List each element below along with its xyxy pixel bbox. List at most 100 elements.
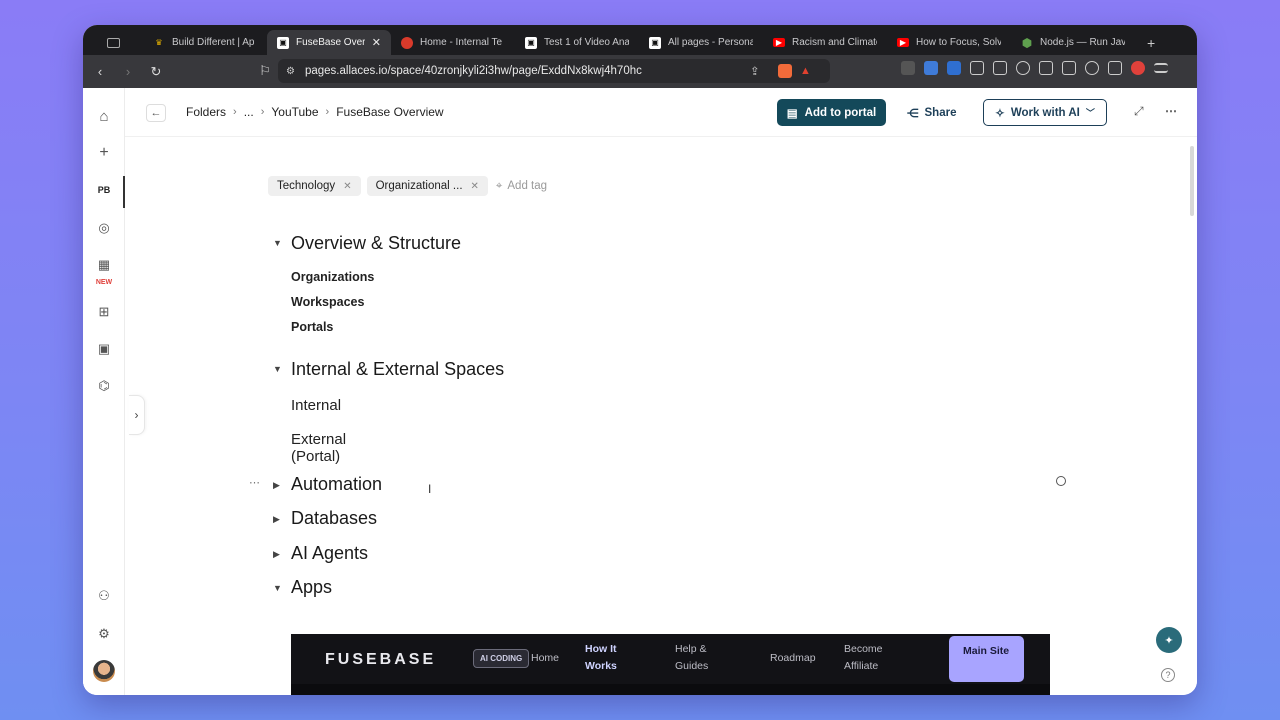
tab-racism-climate[interactable]: ▶ Racism and Climate bbox=[763, 30, 887, 55]
extension-pen-icon[interactable] bbox=[947, 61, 961, 75]
embed-nav-roadmap[interactable]: Roadmap bbox=[770, 650, 816, 667]
active-workspace-indicator bbox=[123, 176, 125, 208]
fusebase-logo[interactable]: FUSEBASE bbox=[325, 651, 436, 669]
list-item[interactable]: External (Portal) bbox=[291, 431, 346, 465]
wallet-icon[interactable] bbox=[1062, 61, 1076, 75]
embed-nav-help[interactable]: Help & Guides bbox=[675, 641, 725, 675]
tab-title: Node.js — Run Java bbox=[1040, 37, 1125, 48]
apps-grid-icon[interactable]: ▦ bbox=[94, 255, 114, 275]
chevron-down-icon: ﹀ bbox=[1085, 108, 1095, 118]
new-tab-button[interactable]: + bbox=[1135, 30, 1167, 55]
more-options-icon[interactable]: ⋯ bbox=[1165, 104, 1177, 118]
address-bar[interactable]: ⚙ pages.allaces.io/space/40zronjkyli2i3h… bbox=[278, 59, 830, 83]
youtube-icon: ▶ bbox=[773, 38, 785, 47]
toggle-collapsed-icon[interactable]: ▶ bbox=[273, 549, 280, 560]
video-icon[interactable]: ▣ bbox=[94, 339, 114, 359]
tag-organizational[interactable]: Organizational ... ✕ bbox=[366, 176, 488, 196]
vpn-icon[interactable] bbox=[1108, 61, 1122, 75]
tab-fusebase-overview[interactable]: ▣ FuseBase Over ✕ bbox=[267, 30, 391, 55]
embed-nav-home[interactable]: Home bbox=[531, 650, 559, 667]
tab-strip: ♛ Build Different | Ap ▣ FuseBase Over ✕… bbox=[83, 25, 1197, 55]
loading-circle-icon bbox=[1056, 476, 1066, 486]
toggle-expanded-icon[interactable]: ▼ bbox=[273, 364, 282, 374]
sidebar-toggle-icon[interactable] bbox=[1039, 61, 1053, 75]
tab-window-menu[interactable] bbox=[83, 30, 143, 55]
toggle-expanded-icon[interactable]: ▼ bbox=[273, 583, 282, 593]
list-item[interactable]: Internal bbox=[291, 397, 341, 414]
list-item[interactable]: Workspaces bbox=[291, 295, 364, 309]
back-icon[interactable]: ‹ bbox=[91, 63, 109, 81]
embedded-site-preview[interactable]: FUSEBASE AI CODING Home How It Works Hel… bbox=[291, 634, 1050, 695]
nodejs-icon: ⬢ bbox=[1021, 35, 1033, 50]
block-handle-icon[interactable]: ⋯ bbox=[249, 476, 260, 489]
main-site-button[interactable]: Main Site bbox=[949, 636, 1024, 682]
home-icon[interactable]: ⌂ bbox=[94, 106, 114, 126]
toggle-expanded-icon[interactable]: ▼ bbox=[273, 238, 282, 248]
share-button[interactable]: ⋲ Share bbox=[907, 99, 956, 126]
workspace-badge[interactable]: PB bbox=[93, 180, 115, 200]
ai-agent-icon[interactable]: ◎ bbox=[94, 218, 114, 238]
embed-nav-how-it-works[interactable]: How It Works bbox=[585, 641, 629, 675]
tab-title: Build Different | Ap bbox=[172, 37, 255, 48]
tag-technology[interactable]: Technology ✕ bbox=[268, 176, 361, 196]
extension-blue-icon[interactable] bbox=[924, 61, 938, 75]
add-to-portal-button[interactable]: ▤ Add to portal bbox=[777, 99, 886, 126]
gamepad-icon[interactable]: ⌬ bbox=[94, 376, 114, 396]
expand-icon[interactable]: ⤢ bbox=[1134, 104, 1144, 119]
tab-build-different[interactable]: ♛ Build Different | Ap bbox=[143, 30, 267, 55]
scrollbar[interactable] bbox=[1190, 146, 1194, 216]
pinned-extension-icon[interactable] bbox=[901, 61, 915, 75]
close-tab-icon[interactable]: ✕ bbox=[372, 36, 381, 49]
screenshot-icon[interactable] bbox=[993, 61, 1007, 75]
tab-how-to-focus[interactable]: ▶ How to Focus, Solv bbox=[887, 30, 1011, 55]
list-item[interactable]: Portals bbox=[291, 320, 333, 334]
breadcrumb-folders[interactable]: Folders bbox=[186, 105, 226, 119]
tab-all-pages[interactable]: ▣ All pages - Persona bbox=[639, 30, 763, 55]
add-tag-button[interactable]: ⌖ Add tag bbox=[496, 180, 547, 193]
work-with-ai-button[interactable]: ✧ Work with AI ﹀ bbox=[983, 99, 1107, 126]
breadcrumb-separator: › bbox=[233, 106, 237, 118]
left-rail: ⌂ + PB ◎ ▦ NEW ⊞ ▣ ⌬ ⚇ ⚙ bbox=[83, 88, 125, 695]
breadcrumb-youtube[interactable]: YouTube bbox=[271, 105, 318, 119]
toggle-collapsed-icon[interactable]: ▶ bbox=[273, 480, 280, 491]
fusebase-icon: ▣ bbox=[525, 36, 537, 49]
back-button[interactable]: ← bbox=[146, 104, 166, 122]
remove-tag-icon[interactable]: ✕ bbox=[471, 181, 479, 192]
breadcrumb-separator: › bbox=[325, 106, 330, 118]
plus-icon[interactable]: + bbox=[94, 143, 114, 163]
puzzle-icon[interactable] bbox=[970, 61, 984, 75]
share-page-icon[interactable]: ⇪ bbox=[750, 64, 760, 78]
brave-rewards-icon[interactable]: ▲ bbox=[800, 65, 811, 77]
menu-icon[interactable] bbox=[1154, 63, 1168, 73]
embed-nav-bar: FUSEBASE AI CODING Home How It Works Hel… bbox=[291, 634, 1050, 684]
forward-icon[interactable]: › bbox=[119, 63, 137, 81]
share-icon: ⋲ bbox=[907, 107, 919, 120]
remove-tag-icon[interactable]: ✕ bbox=[343, 181, 351, 192]
music-icon[interactable] bbox=[1016, 61, 1030, 75]
tab-nodejs[interactable]: ⬢ Node.js — Run Java bbox=[1011, 30, 1135, 55]
bookmark-icon[interactable]: ⚐ bbox=[256, 62, 274, 80]
settings-icon[interactable]: ⚙ bbox=[94, 624, 114, 644]
tag-label: Technology bbox=[277, 180, 336, 192]
embed-nav-affiliate[interactable]: Become Affiliate bbox=[844, 641, 900, 675]
breadcrumb-ellipsis[interactable]: ... bbox=[244, 105, 254, 119]
leo-ai-icon[interactable] bbox=[1085, 61, 1099, 75]
tab-home-internal[interactable]: Home - Internal Te bbox=[391, 30, 515, 55]
user-settings-icon[interactable]: ⚇ bbox=[94, 586, 114, 606]
reload-icon[interactable]: ↻ bbox=[147, 63, 165, 81]
profile-icon[interactable] bbox=[1131, 61, 1145, 75]
toggle-collapsed-icon[interactable]: ▶ bbox=[273, 514, 280, 525]
brave-shield-icon[interactable] bbox=[778, 64, 792, 78]
list-item[interactable]: Organizations bbox=[291, 270, 374, 284]
site-settings-icon[interactable]: ⚙ bbox=[286, 66, 295, 77]
help-button[interactable]: ? bbox=[1161, 668, 1175, 682]
table-icon[interactable]: ⊞ bbox=[94, 302, 114, 322]
section-heading: AI Agents bbox=[291, 543, 369, 563]
tab-title: All pages - Persona bbox=[668, 37, 753, 48]
expand-sidebar-button[interactable]: › bbox=[129, 395, 145, 435]
breadcrumb-separator: › bbox=[260, 106, 265, 118]
avatar[interactable] bbox=[93, 660, 115, 682]
breadcrumb: Folders › ... › YouTube › FuseBase Overv… bbox=[186, 105, 444, 119]
ai-magic-button[interactable]: ✦ bbox=[1156, 627, 1182, 653]
tab-test-video[interactable]: ▣ Test 1 of Video Ana bbox=[515, 30, 639, 55]
